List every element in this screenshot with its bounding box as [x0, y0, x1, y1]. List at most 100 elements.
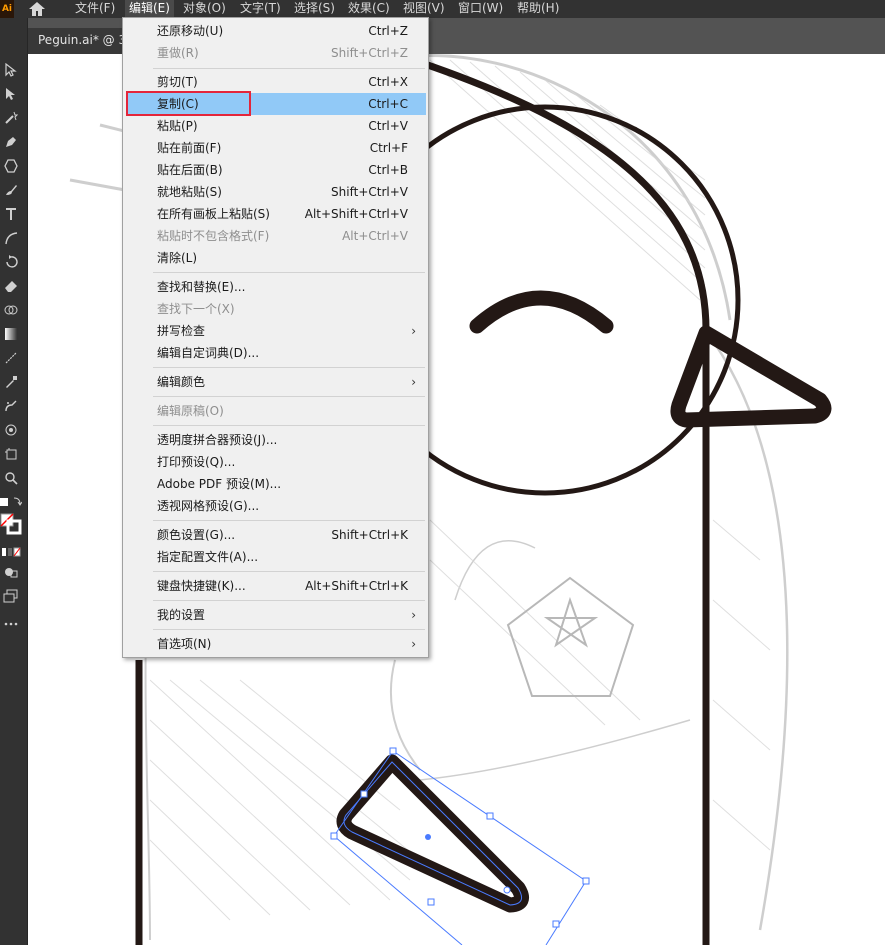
more-tools-icon[interactable]	[0, 614, 22, 634]
eraser-tool-icon[interactable]	[0, 276, 22, 296]
menu-item-label: 清除(L)	[157, 251, 198, 265]
menu-window[interactable]: 窗口(W)	[458, 0, 503, 18]
menu-item-shortcut: Alt+Ctrl+V	[342, 229, 408, 243]
menu-item-undo[interactable]: 还原移动(U) Ctrl+Z	[126, 20, 426, 42]
menu-item-shortcut: Shift+Ctrl+K	[331, 528, 408, 542]
swap-colors-icon[interactable]	[0, 492, 22, 512]
menu-item-transparency-flattener-presets[interactable]: 透明度拼合器预设(J)...	[126, 429, 426, 451]
menu-item-spell-check[interactable]: 拼写检查 ›	[126, 320, 426, 342]
artboard-frame-icon[interactable]	[0, 444, 22, 464]
blend-tool-icon[interactable]	[0, 348, 22, 368]
menu-item-edit-original: 编辑原稿(O)	[126, 400, 426, 422]
menu-help[interactable]: 帮助(H)	[517, 0, 559, 18]
document-tab[interactable]: Peguin.ai* @ 3	[28, 28, 124, 54]
menu-object[interactable]: 对象(O)	[183, 0, 226, 18]
screen-mode-icon[interactable]	[0, 586, 22, 606]
menu-item-label: 粘贴时不包含格式(F)	[157, 229, 270, 243]
menu-item-label: 编辑颜色	[157, 375, 206, 389]
shape-builder-tool-icon[interactable]	[0, 300, 22, 320]
menu-item-preferences[interactable]: 首选项(N) ›	[126, 633, 426, 655]
menu-item-label: 打印预设(Q)...	[157, 455, 236, 469]
type-tool-icon[interactable]	[0, 204, 22, 224]
menu-separator	[153, 272, 425, 273]
menu-item-paste-in-place[interactable]: 就地粘贴(S) Shift+Ctrl+V	[126, 181, 426, 203]
menu-item-label: 在所有画板上粘贴(S)	[157, 207, 270, 221]
menu-edit[interactable]: 编辑(E)	[125, 0, 174, 18]
menu-item-label: 拼写检查	[157, 324, 206, 338]
rotate-tool-icon[interactable]	[0, 252, 22, 272]
tools-panel	[0, 18, 28, 945]
menu-item-edit-custom-dictionary[interactable]: 编辑自定词典(D)...	[126, 342, 426, 364]
paintbrush-tool-icon[interactable]	[0, 180, 22, 200]
menu-item-label: 就地粘贴(S)	[157, 185, 222, 199]
submenu-arrow-icon: ›	[411, 375, 416, 389]
shape-tool-icon[interactable]	[0, 156, 22, 176]
submenu-arrow-icon: ›	[411, 637, 416, 651]
symbol-sprayer-tool-icon[interactable]	[0, 396, 22, 416]
menu-item-label: 重做(R)	[157, 46, 199, 60]
menu-separator	[153, 571, 425, 572]
menu-item-label: Adobe PDF 预设(M)...	[157, 477, 282, 491]
menu-item-label: 首选项(N)	[157, 637, 212, 651]
menu-item-label: 键盘快捷键(K)...	[157, 579, 246, 593]
menu-item-my-settings[interactable]: 我的设置 ›	[126, 604, 426, 626]
menu-separator	[153, 600, 425, 601]
line-tool-icon[interactable]	[0, 228, 22, 248]
edit-menu-dropdown: 还原移动(U) Ctrl+Z 重做(R) Shift+Ctrl+Z 剪切(T) Ctr…	[122, 17, 429, 658]
menu-item-paste-on-all-artboards[interactable]: 在所有画板上粘贴(S) Alt+Shift+Ctrl+V	[126, 203, 426, 225]
draw-mode-icon[interactable]	[0, 562, 22, 582]
menu-separator	[153, 396, 425, 397]
menu-item-pdf-presets[interactable]: Adobe PDF 预设(M)...	[126, 473, 426, 495]
menu-item-label: 贴在前面(F)	[157, 141, 222, 155]
menu-effect[interactable]: 效果(C)	[348, 0, 390, 18]
menu-item-color-settings[interactable]: 颜色设置(G)... Shift+Ctrl+K	[126, 524, 426, 546]
menu-select[interactable]: 选择(S)	[294, 0, 335, 18]
menu-item-paste-in-front[interactable]: 贴在前面(F) Ctrl+F	[126, 137, 426, 159]
menu-item-label: 指定配置文件(A)...	[157, 550, 259, 564]
menu-item-label: 复制(C)	[157, 97, 199, 111]
menu-item-label: 编辑自定词典(D)...	[157, 346, 260, 360]
menu-type[interactable]: 文字(T)	[240, 0, 281, 18]
menu-item-assign-profile[interactable]: 指定配置文件(A)...	[126, 546, 426, 568]
menu-item-keyboard-shortcuts[interactable]: 键盘快捷键(K)... Alt+Shift+Ctrl+K	[126, 575, 426, 597]
menu-item-label: 查找和替换(E)...	[157, 280, 246, 294]
menu-separator	[153, 520, 425, 521]
submenu-arrow-icon: ›	[411, 324, 416, 338]
menu-item-label: 查找下一个(X)	[157, 302, 235, 316]
eyedropper-tool-icon[interactable]	[0, 372, 22, 392]
direct-selection-tool-icon[interactable]	[0, 84, 22, 104]
menu-item-label: 编辑原稿(O)	[157, 404, 224, 418]
menu-item-shortcut: Ctrl+C	[368, 97, 408, 111]
menu-separator	[153, 425, 425, 426]
menu-item-paste-without-formatting: 粘贴时不包含格式(F) Alt+Ctrl+V	[126, 225, 426, 247]
menu-item-clear[interactable]: 清除(L)	[126, 247, 426, 269]
menu-bar: Ai 文件(F) 编辑(E) 对象(O) 文字(T) 选择(S) 效果(C) 视…	[0, 0, 885, 18]
selection-tool-icon[interactable]	[0, 60, 22, 80]
menu-view[interactable]: 视图(V)	[403, 0, 445, 18]
menu-item-perspective-grid-presets[interactable]: 透视网格预设(G)...	[126, 495, 426, 517]
menu-item-label: 透明度拼合器预设(J)...	[157, 433, 278, 447]
menu-item-copy[interactable]: 复制(C) Ctrl+C	[126, 93, 426, 115]
menu-item-redo: 重做(R) Shift+Ctrl+Z	[126, 42, 426, 64]
color-mode-icon[interactable]	[0, 542, 22, 562]
home-icon[interactable]	[26, 0, 48, 18]
zoom-tool-icon[interactable]	[0, 468, 22, 488]
menu-item-label: 我的设置	[157, 608, 206, 622]
menu-item-cut[interactable]: 剪切(T) Ctrl+X	[126, 71, 426, 93]
menu-item-find-replace[interactable]: 查找和替换(E)...	[126, 276, 426, 298]
menu-item-print-presets[interactable]: 打印预设(Q)...	[126, 451, 426, 473]
menu-item-label: 还原移动(U)	[157, 24, 224, 38]
menu-item-label: 颜色设置(G)...	[157, 528, 236, 542]
menu-item-paste[interactable]: 粘贴(P) Ctrl+V	[126, 115, 426, 137]
magic-wand-tool-icon[interactable]	[0, 108, 22, 128]
fill-stroke-swatch-icon[interactable]	[0, 513, 22, 535]
menu-item-edit-colors[interactable]: 编辑颜色 ›	[126, 371, 426, 393]
artboard-tool-icon[interactable]	[0, 420, 22, 440]
menu-item-label: 剪切(T)	[157, 75, 198, 89]
gradient-tool-icon[interactable]	[0, 324, 22, 344]
submenu-arrow-icon: ›	[411, 608, 416, 622]
menu-item-paste-in-back[interactable]: 贴在后面(B) Ctrl+B	[126, 159, 426, 181]
pen-tool-icon[interactable]	[0, 132, 22, 152]
menu-separator	[153, 68, 425, 69]
menu-file[interactable]: 文件(F)	[75, 0, 115, 18]
